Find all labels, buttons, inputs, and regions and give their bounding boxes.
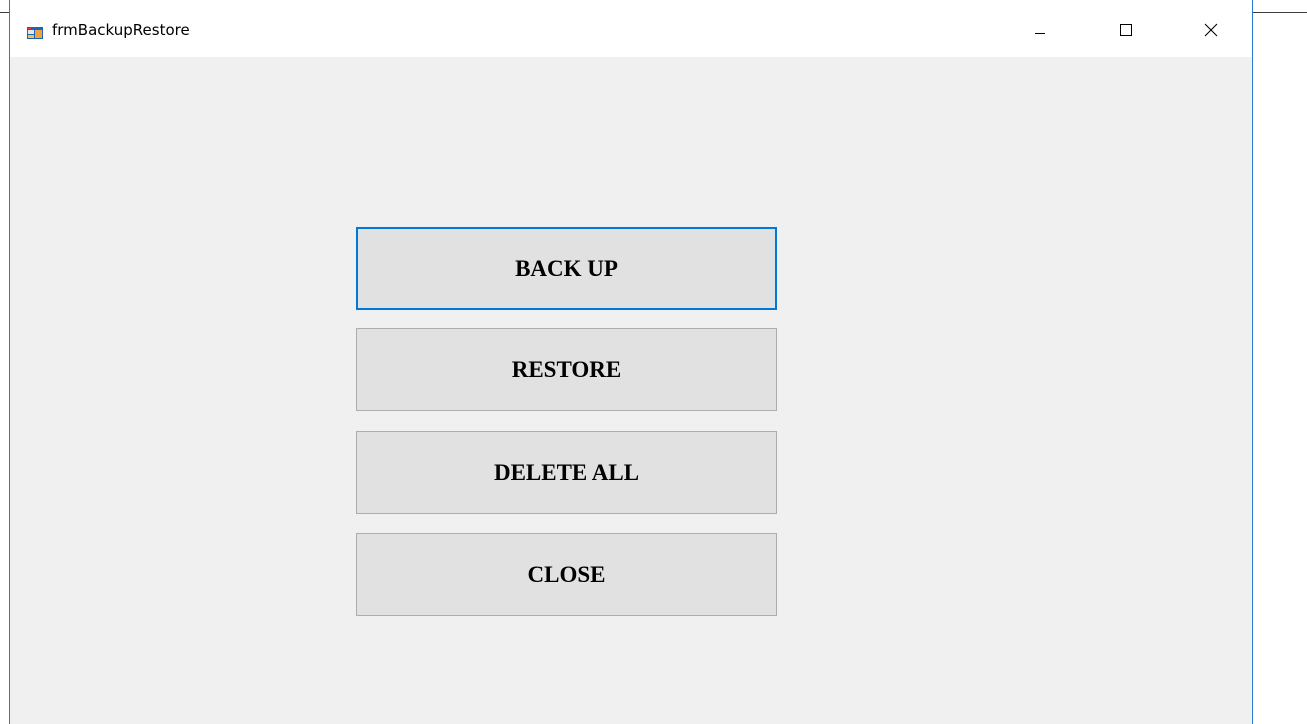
title-bar[interactable]: frmBackupRestore [10,0,1252,57]
form-client-area: BACK UP RESTORE DELETE ALL CLOSE [10,57,1252,724]
delete-all-button[interactable]: DELETE ALL [356,431,777,514]
maximize-icon [1120,24,1132,36]
close-window-button[interactable] [1188,0,1234,57]
background-edge-line-right [1253,12,1307,13]
close-button[interactable]: CLOSE [356,533,777,616]
minimize-button[interactable] [1017,0,1063,57]
maximize-button[interactable] [1102,0,1148,57]
app-window: frmBackupRestore BACK UP RESTORE DELETE … [9,0,1253,724]
backup-button[interactable]: BACK UP [356,227,777,310]
restore-button[interactable]: RESTORE [356,328,777,411]
window-title: frmBackupRestore [52,21,190,39]
background-edge-line-left [0,12,9,13]
form-icon[interactable] [27,24,43,40]
close-icon [1204,23,1218,37]
minimize-icon [1035,33,1045,34]
